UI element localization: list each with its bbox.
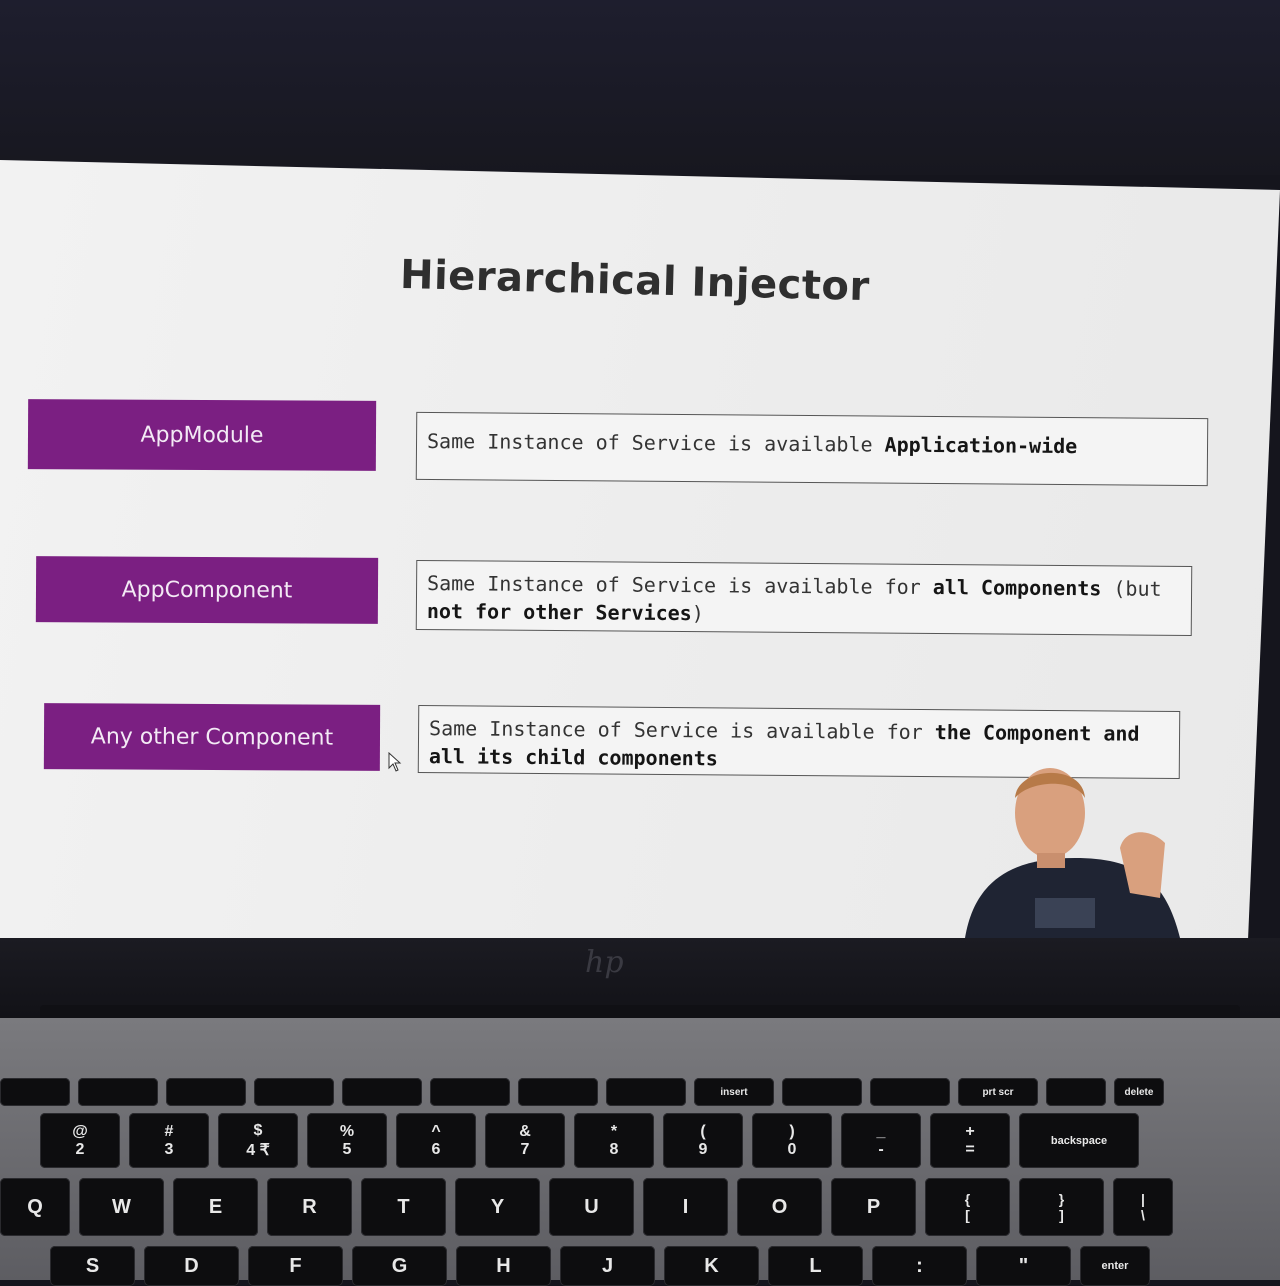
slide-title: Hierarchical Injector	[399, 251, 871, 311]
key-fn8[interactable]	[606, 1078, 686, 1106]
key-insert[interactable]: insert	[694, 1078, 774, 1106]
key-9[interactable]: ( 9	[663, 1113, 743, 1168]
any-other-component-label: Any other Component	[43, 703, 381, 771]
key-t[interactable]: T	[361, 1178, 446, 1236]
key-i[interactable]: I	[643, 1178, 728, 1236]
key-y[interactable]: Y	[455, 1178, 540, 1236]
key-fn3[interactable]	[166, 1078, 246, 1106]
function-key-row: insert prt scr delete	[0, 1078, 1164, 1106]
home-key-row: S D F G H J K L : " enter	[50, 1246, 1150, 1286]
appcomponent-desc-d: not for other Services	[426, 599, 692, 626]
key-h[interactable]: H	[456, 1246, 551, 1286]
appcomponent-desc-e: )	[691, 601, 704, 626]
key-fn1[interactable]	[0, 1078, 70, 1106]
key-g[interactable]: G	[352, 1246, 447, 1286]
key-j[interactable]: J	[560, 1246, 655, 1286]
key-0[interactable]: ) 0	[752, 1113, 832, 1168]
key-semicolon[interactable]: :	[872, 1246, 967, 1286]
any-other-component-label-text: Any other Component	[90, 723, 334, 751]
key-fn4[interactable]	[254, 1078, 334, 1106]
key-prt-scr[interactable]: prt scr	[958, 1078, 1038, 1106]
key-quote[interactable]: "	[976, 1246, 1071, 1286]
appcomponent-label-text: AppComponent	[121, 577, 293, 603]
key-r[interactable]: R	[267, 1178, 352, 1236]
key-p[interactable]: P	[831, 1178, 916, 1236]
key-k[interactable]: K	[664, 1246, 759, 1286]
key-fn5[interactable]	[342, 1078, 422, 1106]
key-fn7[interactable]	[518, 1078, 598, 1106]
any-other-component-desc-a: Same Instance of Service is available fo…	[429, 716, 935, 745]
key-enter[interactable]: enter	[1080, 1246, 1150, 1286]
key-minus[interactable]: _ -	[841, 1113, 921, 1168]
appcomponent-desc-c: (but	[1101, 576, 1162, 601]
key-w[interactable]: W	[79, 1178, 164, 1236]
key-4[interactable]: $ 4 ₹	[218, 1113, 298, 1168]
key-equals[interactable]: + =	[930, 1113, 1010, 1168]
key-backslash[interactable]: | \	[1113, 1178, 1173, 1236]
key-5[interactable]: % 5	[307, 1113, 387, 1168]
presenter-video-overlay	[965, 768, 1180, 938]
key-backspace[interactable]: backspace	[1019, 1113, 1139, 1168]
key-l[interactable]: L	[768, 1246, 863, 1286]
key-fn10[interactable]	[782, 1078, 862, 1106]
key-fn6[interactable]	[430, 1078, 510, 1106]
key-fn13[interactable]	[1046, 1078, 1106, 1106]
key-3[interactable]: # 3	[129, 1113, 209, 1168]
key-o[interactable]: O	[737, 1178, 822, 1236]
laptop-screen: Hierarchical Injector AppModule Same Ins…	[0, 160, 1280, 940]
appmodule-desc-normal: Same Instance of Service is available	[426, 428, 885, 457]
qwerty-key-row: Q W E R T Y U I O P { [ } ] | \	[0, 1178, 1173, 1236]
key-fn11[interactable]	[870, 1078, 950, 1106]
mouse-cursor-icon	[388, 752, 402, 772]
key-e[interactable]: E	[173, 1178, 258, 1236]
laptop-top-bezel	[0, 0, 1280, 175]
keyboard-deck: insert prt scr delete @ 2 # 3 $ 4 ₹ % 5 …	[0, 1018, 1280, 1286]
key-s[interactable]: S	[50, 1246, 135, 1286]
key-d[interactable]: D	[144, 1246, 239, 1286]
key-right-bracket[interactable]: } ]	[1019, 1178, 1104, 1236]
key-q[interactable]: Q	[0, 1178, 70, 1236]
appcomponent-desc-b: all Components	[932, 575, 1102, 601]
key-f[interactable]: F	[248, 1246, 343, 1286]
appmodule-label-text: AppModule	[140, 422, 264, 448]
appmodule-description: Same Instance of Service is available Ap…	[415, 411, 1209, 487]
key-left-bracket[interactable]: { [	[925, 1178, 1010, 1236]
key-7[interactable]: & 7	[485, 1113, 565, 1168]
key-fn2[interactable]	[78, 1078, 158, 1106]
key-2[interactable]: @ 2	[40, 1113, 120, 1168]
key-6[interactable]: ^ 6	[396, 1113, 476, 1168]
hp-logo: hp	[585, 945, 624, 980]
key-delete[interactable]: delete	[1114, 1078, 1164, 1106]
appcomponent-description: Same Instance of Service is available fo…	[415, 559, 1193, 637]
appcomponent-label: AppComponent	[35, 556, 379, 624]
appcomponent-desc-a: Same Instance of Service is available fo…	[427, 571, 933, 600]
appmodule-desc-bold: Application-wide	[884, 432, 1078, 459]
key-8[interactable]: * 8	[574, 1113, 654, 1168]
appmodule-label: AppModule	[27, 399, 377, 471]
number-key-row: @ 2 # 3 $ 4 ₹ % 5 ^ 6 & 7 * 8 ( 9 ) 0 _ …	[40, 1113, 1139, 1168]
key-u[interactable]: U	[549, 1178, 634, 1236]
